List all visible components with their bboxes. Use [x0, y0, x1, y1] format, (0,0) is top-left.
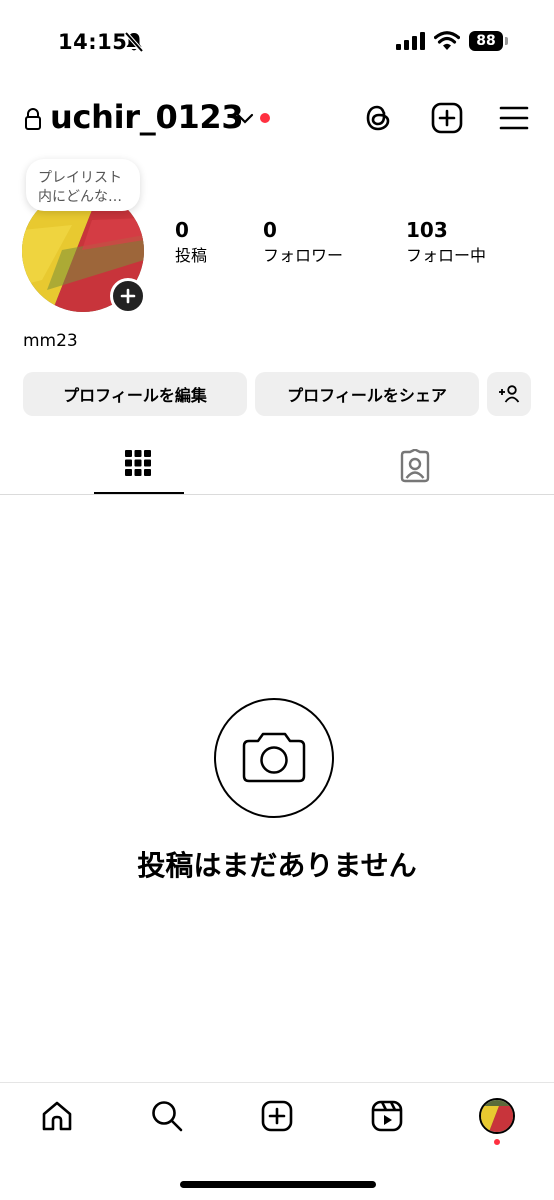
battery-icon: 88: [469, 31, 503, 51]
tagged-tab[interactable]: [398, 448, 432, 483]
posts-stat[interactable]: 0 投稿: [175, 218, 207, 266]
signal-icon: [396, 32, 425, 50]
discover-people-button[interactable]: [487, 372, 531, 416]
note-bubble[interactable]: プレイリスト 内にどんな…: [26, 159, 140, 211]
add-story-button[interactable]: [110, 278, 146, 314]
lock-icon: [25, 108, 41, 130]
reels-icon[interactable]: [369, 1098, 405, 1134]
threads-icon[interactable]: [361, 101, 395, 135]
status-time: 14:15: [58, 30, 128, 54]
battery-tip: [505, 37, 508, 45]
create-post-icon[interactable]: [430, 101, 464, 135]
grid-icon: [125, 450, 151, 476]
tagged-icon: [400, 448, 430, 483]
tab-divider: [0, 494, 554, 495]
following-stat[interactable]: 103 フォロー中: [406, 218, 486, 266]
share-profile-button[interactable]: プロフィールをシェア: [255, 372, 479, 416]
grid-tab[interactable]: [123, 448, 155, 480]
nav-notification-dot: [494, 1139, 500, 1145]
posts-count: 0: [175, 218, 189, 242]
nav-divider: [0, 1082, 554, 1083]
home-icon[interactable]: [39, 1098, 75, 1134]
followers-label: フォロワー: [263, 246, 344, 265]
camera-circle: [214, 698, 334, 818]
followers-stat[interactable]: 0 フォロワー: [263, 218, 343, 266]
chevron-down-icon[interactable]: [236, 112, 254, 126]
empty-state-text: 投稿はまだありません: [137, 849, 417, 882]
plus-icon: [120, 288, 136, 304]
add-person-icon: [499, 385, 520, 403]
display-name: mm23: [23, 331, 78, 351]
note-line-1: プレイリスト: [38, 170, 122, 186]
wifi-icon: [434, 31, 460, 50]
username[interactable]: uchir_0123: [50, 98, 244, 136]
create-icon[interactable]: [259, 1098, 295, 1134]
posts-label: 投稿: [175, 246, 208, 265]
note-line-2: 内にどんな…: [38, 189, 122, 205]
bell-slash-icon: [124, 31, 144, 53]
camera-icon: [242, 732, 306, 783]
following-count: 103: [406, 218, 448, 242]
menu-icon[interactable]: [497, 101, 531, 135]
following-label: フォロー中: [406, 246, 487, 265]
followers-count: 0: [263, 218, 277, 242]
home-indicator[interactable]: [180, 1181, 376, 1188]
search-icon[interactable]: [149, 1098, 185, 1134]
notification-dot: [260, 113, 270, 123]
profile-avatar-nav[interactable]: [479, 1098, 515, 1134]
edit-profile-button[interactable]: プロフィールを編集: [23, 372, 247, 416]
